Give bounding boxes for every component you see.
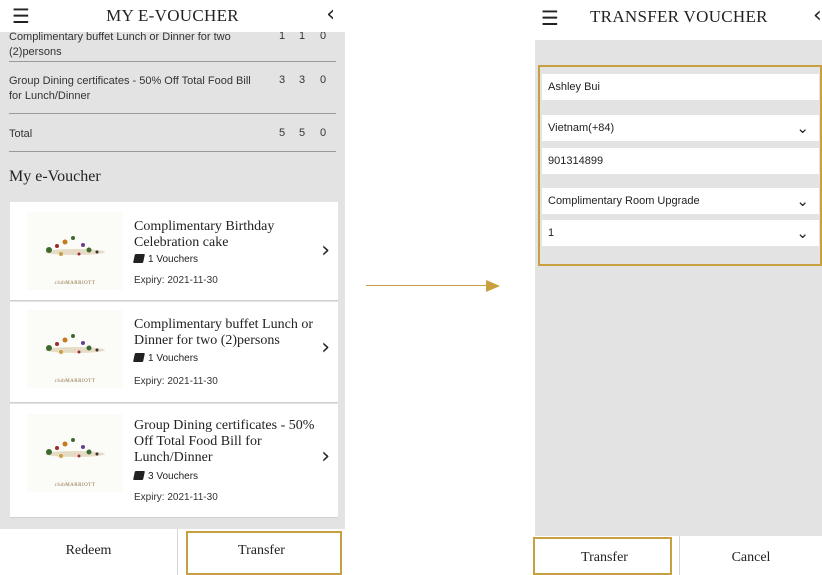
brand-label: clubMARRIOTT <box>54 483 96 488</box>
summary-row-name: Complimentary buffet Lunch or Dinner for… <box>9 32 231 58</box>
summary-row-value: 5 <box>278 127 286 139</box>
section-title: My e-Voucher <box>9 168 101 185</box>
voucher-count-text: 1 Vouchers <box>148 353 199 364</box>
summary-row-name: Group Dining certificates - 50% Off Tota… <box>9 75 251 102</box>
summary-row-value: 0 <box>319 127 327 139</box>
flow-arrow-line <box>366 285 488 286</box>
voucher-card[interactable]: clubMARRIOTT Group Dining certificates -… <box>10 404 338 518</box>
header: ☰ MY E-VOUCHER ‹ <box>0 0 345 32</box>
redeem-button[interactable]: Redeem <box>0 529 177 575</box>
chevron-right-icon[interactable]: › <box>321 238 330 263</box>
cancel-button[interactable]: Cancel <box>680 536 822 575</box>
voucher-title: Complimentary Birthday Celebration cake <box>134 219 275 250</box>
form-highlight <box>538 65 822 266</box>
summary-row-value: 0 <box>319 32 327 42</box>
ticket-icon <box>133 353 145 362</box>
transfer-button-highlight <box>186 531 342 575</box>
summary-row-value: 1 <box>298 32 306 42</box>
flow-arrow-icon <box>486 280 500 292</box>
food-plate-illustration <box>45 438 105 458</box>
summary-total-row: Total 5 5 0 <box>9 114 336 152</box>
brand-label: clubMARRIOTT <box>54 281 96 286</box>
voucher-expiry: Expiry: 2021-11-30 <box>134 492 218 503</box>
hamburger-menu-icon[interactable]: ☰ <box>541 6 559 30</box>
chevron-right-icon[interactable]: › <box>321 335 330 360</box>
food-plate-illustration <box>45 236 105 256</box>
summary-row-value: 3 <box>298 74 306 86</box>
voucher-image: clubMARRIOTT <box>27 212 123 290</box>
ticket-icon <box>133 471 145 480</box>
chevron-right-icon[interactable]: › <box>321 444 330 469</box>
summary-row-name: Total <box>9 128 33 140</box>
my-evoucher-screen: ☰ MY E-VOUCHER ‹ Complimentary buffet Lu… <box>0 0 345 575</box>
brand-label: clubMARRIOTT <box>54 379 96 384</box>
summary-row-value: 3 <box>278 74 286 86</box>
food-plate-illustration <box>45 334 105 354</box>
summary-row: Complimentary buffet Lunch or Dinner for… <box>9 32 336 62</box>
summary-row-value: 1 <box>278 32 286 42</box>
page-title: TRANSFER VOUCHER <box>590 7 768 26</box>
transfer-voucher-screen: ☰ TRANSFER VOUCHER ‹ Ashley Bui Vietnam(… <box>530 0 822 575</box>
summary-row-value: 0 <box>319 74 327 86</box>
summary-row: Group Dining certificates - 50% Off Tota… <box>9 62 336 114</box>
voucher-image: clubMARRIOTT <box>27 414 123 492</box>
voucher-expiry: Expiry: 2021-11-30 <box>134 275 218 286</box>
voucher-content[interactable]: Complimentary buffet Lunch or Dinner for… <box>0 32 345 529</box>
summary-row-value: 5 <box>298 127 306 139</box>
page-title: MY E-VOUCHER <box>106 6 239 25</box>
transfer-button-highlight <box>533 537 672 575</box>
voucher-count: 1 Vouchers <box>133 254 199 265</box>
voucher-image: clubMARRIOTT <box>27 310 123 388</box>
voucher-count-text: 3 Vouchers <box>148 471 199 482</box>
voucher-card[interactable]: clubMARRIOTT Complimentary Birthday Cele… <box>10 202 338 301</box>
header: ☰ TRANSFER VOUCHER ‹ <box>530 0 822 40</box>
ticket-icon <box>133 254 145 263</box>
voucher-count: 3 Vouchers <box>133 471 199 482</box>
voucher-count-text: 1 Vouchers <box>148 254 199 265</box>
voucher-count: 1 Vouchers <box>133 353 199 364</box>
voucher-card[interactable]: clubMARRIOTT Complimentary buffet Lunch … <box>10 302 338 403</box>
voucher-expiry: Expiry: 2021-11-30 <box>134 376 218 387</box>
voucher-title: Group Dining certificates - 50% Off Tota… <box>134 418 315 465</box>
chevron-left-icon[interactable]: ‹ <box>326 2 335 27</box>
voucher-title: Complimentary buffet Lunch or Dinner for… <box>134 317 313 348</box>
chevron-left-icon[interactable]: ‹ <box>813 3 822 28</box>
